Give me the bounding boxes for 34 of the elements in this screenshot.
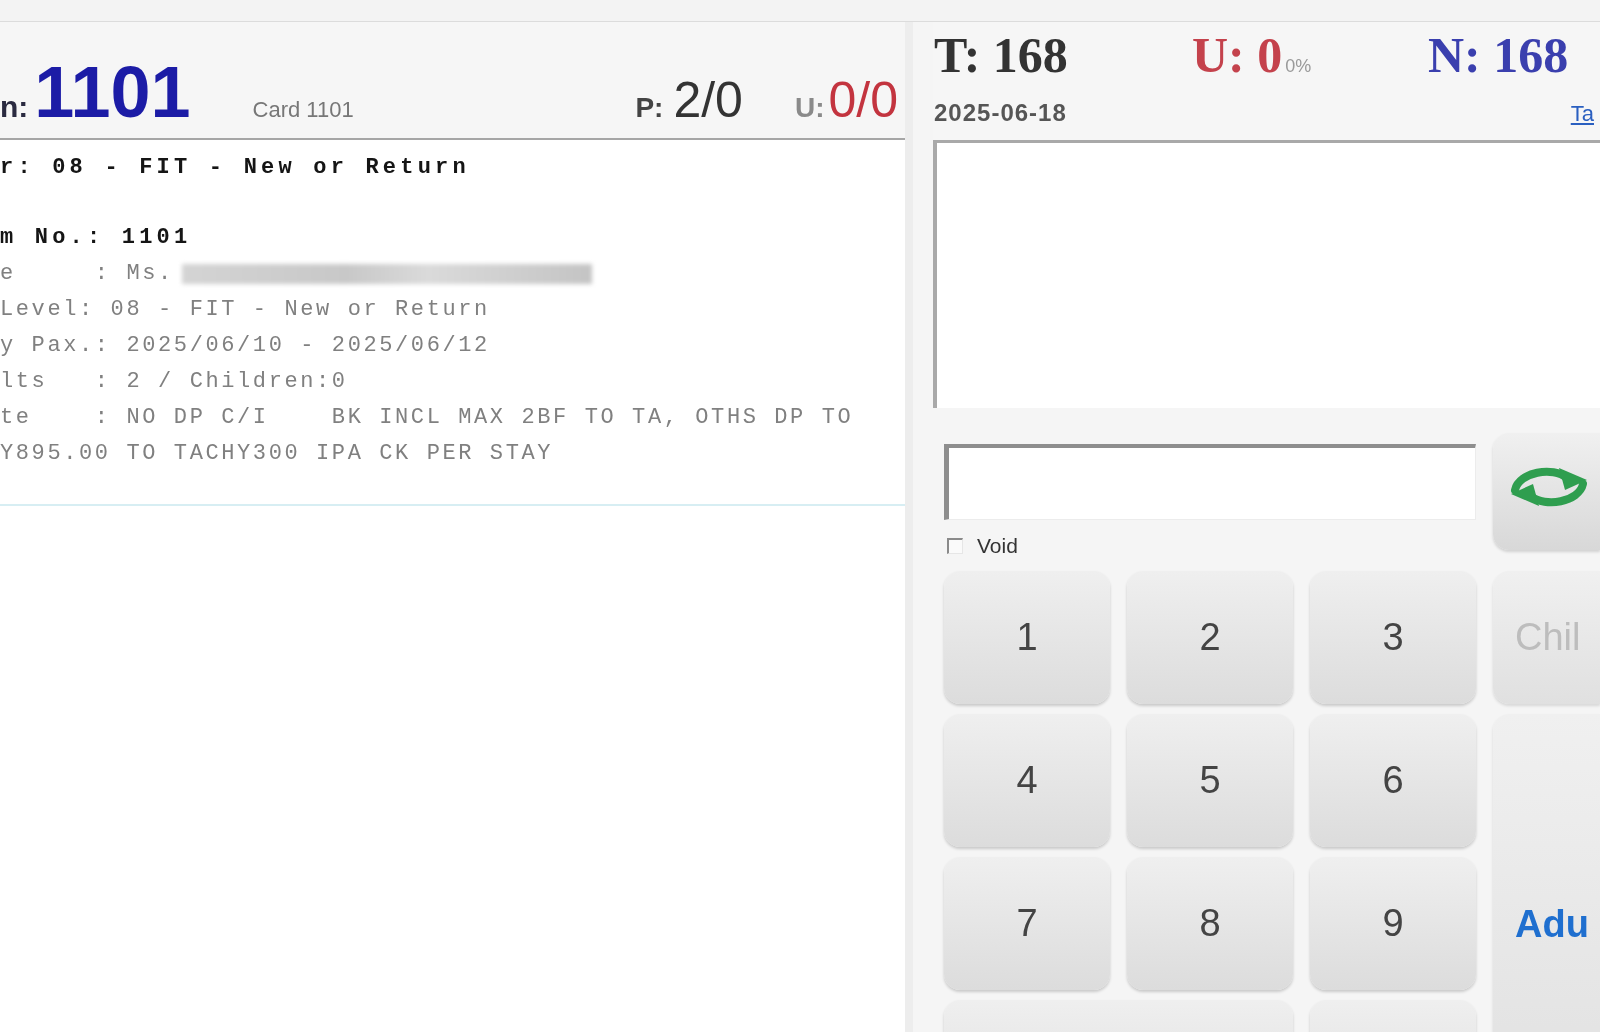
keypad-button[interactable]: 6 <box>1310 714 1476 847</box>
void-label: Void <box>977 533 1018 558</box>
keypad-button[interactable]: 8 <box>1127 857 1293 990</box>
pax-label: P: <box>635 94 664 122</box>
room-number-line: m No.: 1101 <box>0 224 192 252</box>
used-count: 0/0 <box>828 75 898 125</box>
guest-detail-line: te : NO DP C/I BK INCL MAX 2BF TO TA, OTHS DP TO Y895.00 TO TACHY300 IPA CK PER STAY <box>0 404 855 468</box>
header-link[interactable]: Ta <box>1570 103 1594 125</box>
pax-count: 2/0 <box>673 75 743 125</box>
keypad-button[interactable]: 5 <box>1127 714 1293 847</box>
room-label: n: <box>0 92 29 122</box>
guest-detail-line: y Pax.: 2025/06/10 - 2025/06/12 <box>0 332 490 360</box>
keypad-button[interactable]: 4 <box>944 714 1110 847</box>
date-label: 2025-06-18 <box>934 101 1067 125</box>
total-count: T: 168 <box>934 30 1069 80</box>
keypad-button[interactable]: 1 <box>944 571 1110 704</box>
keypad-button[interactable]: 2 <box>1127 571 1293 704</box>
card-number: Card 1101 <box>252 99 354 121</box>
keypad-button[interactable]: 7 <box>944 857 1110 990</box>
guest-detail-line: e : Ms. <box>0 260 174 288</box>
used-label: U: <box>794 94 825 122</box>
mode-button[interactable]: Adu <box>1493 714 1600 1032</box>
used-percentage: 0% <box>1285 56 1312 77</box>
keypad-button[interactable]: 3 <box>1310 571 1476 704</box>
keypad-button[interactable]: 9 <box>1310 857 1476 990</box>
membership-heading: r: 08 - FIT - New or Return <box>0 154 470 182</box>
void-checkbox[interactable] <box>947 537 963 554</box>
guest-detail-line: Level: 08 - FIT - New or Return <box>0 296 490 324</box>
used-count: U: 0 <box>1192 30 1283 80</box>
entry-input-field[interactable] <box>944 444 1476 520</box>
refresh-button[interactable] <box>1493 433 1600 550</box>
new-count: N: 168 <box>1428 30 1569 80</box>
room-number: 1101 <box>34 56 191 128</box>
guest-detail-line: lts : 2 / Children:0 <box>0 368 348 396</box>
